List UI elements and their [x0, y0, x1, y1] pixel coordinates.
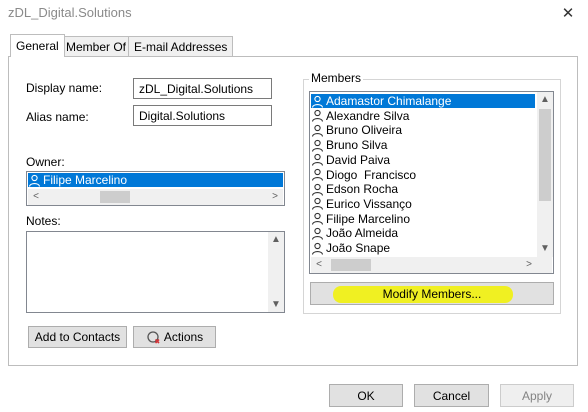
- title-bar: zDL_Digital.Solutions ✕: [0, 0, 588, 28]
- member-name: João Snape: [326, 241, 391, 255]
- apply-label: Apply: [521, 388, 553, 403]
- person-icon: [311, 227, 324, 240]
- actions-icon: [146, 330, 162, 344]
- member-item[interactable]: João Snape: [311, 241, 533, 255]
- scroll-up-icon[interactable]: ▲: [537, 92, 553, 107]
- member-name: Adamastor Chimalange: [326, 94, 452, 108]
- cancel-button[interactable]: Cancel: [414, 384, 489, 407]
- member-item[interactable]: David Paiva: [311, 153, 533, 167]
- display-name-label: Display name:: [26, 81, 103, 95]
- close-icon: ✕: [561, 5, 575, 22]
- person-icon: [311, 183, 324, 196]
- scroll-down-icon[interactable]: ▼: [537, 241, 553, 256]
- member-item[interactable]: Alexandre Silva: [311, 109, 533, 123]
- owner-label: Owner:: [26, 155, 65, 169]
- members-list[interactable]: Adamastor Chimalange Alexandre Silva Bruno…: [309, 91, 554, 274]
- members-label: Members: [309, 71, 364, 85]
- actions-button[interactable]: Actions: [133, 326, 216, 348]
- owner-name: Filipe Marcelino: [43, 173, 128, 187]
- member-name: João Almeida: [326, 226, 399, 241]
- member-item[interactable]: Edson Rocha: [311, 182, 533, 196]
- members-vscroll-thumb[interactable]: [539, 109, 551, 201]
- owner-hscroll-thumb[interactable]: [100, 191, 130, 203]
- modify-members-button[interactable]: Modify Members...: [310, 282, 554, 305]
- display-name-value: zDL_Digital.Solutions: [139, 81, 254, 96]
- scroll-up-icon[interactable]: ▲: [268, 232, 284, 247]
- member-name: Bruno Silva: [326, 138, 388, 153]
- member-name: Filipe Marcelino: [326, 211, 411, 226]
- member-item[interactable]: Adamastor Chimalange: [311, 94, 535, 108]
- member-item[interactable]: Diogo Francisco: [311, 168, 533, 182]
- member-item[interactable]: João Almeida: [311, 226, 533, 240]
- ok-label: OK: [357, 388, 375, 403]
- notes-label: Notes:: [26, 214, 61, 228]
- member-name: Eurico Vissanço: [326, 196, 412, 211]
- members-hscrollbar[interactable]: < >: [311, 257, 552, 273]
- member-name: David Paiva: [326, 152, 391, 167]
- ok-button[interactable]: OK: [329, 384, 403, 407]
- alias-name-label: Alias name:: [26, 110, 89, 124]
- display-name-field[interactable]: zDL_Digital.Solutions: [133, 78, 272, 99]
- tab-email-addresses[interactable]: E-mail Addresses: [128, 36, 234, 56]
- scroll-right-icon[interactable]: >: [267, 189, 283, 204]
- apply-button[interactable]: Apply: [500, 384, 574, 407]
- actions-label: Actions: [163, 330, 204, 344]
- person-icon: [311, 153, 324, 166]
- member-item[interactable]: Eurico Vissanço: [311, 197, 533, 211]
- person-icon: [311, 168, 324, 181]
- add-to-contacts-label: Add to Contacts: [34, 330, 121, 344]
- tab-member-of[interactable]: Member Of: [60, 36, 133, 56]
- alias-name-value: Digital.Solutions: [139, 108, 226, 123]
- member-name: Alexandre Silva: [326, 108, 410, 123]
- person-icon: [311, 95, 324, 108]
- notes-textarea[interactable]: ▲ ▼: [26, 231, 285, 313]
- person-icon: [311, 124, 324, 137]
- person-icon: [311, 197, 324, 211]
- add-to-contacts-button[interactable]: Add to Contacts: [28, 326, 127, 348]
- member-item[interactable]: Bruno Silva: [311, 138, 533, 152]
- member-name: Bruno Oliveira: [326, 123, 403, 138]
- scroll-left-icon[interactable]: <: [28, 189, 44, 204]
- member-item[interactable]: Bruno Oliveira: [311, 123, 533, 137]
- tab-general[interactable]: General: [10, 34, 65, 57]
- owner-item[interactable]: Filipe Marcelino: [28, 173, 283, 187]
- modify-members-label: Modify Members...: [382, 286, 482, 301]
- window-title: zDL_Digital.Solutions: [8, 5, 132, 20]
- close-button[interactable]: ✕: [553, 2, 583, 24]
- notes-vscrollbar[interactable]: ▲ ▼: [268, 232, 284, 312]
- person-icon: [311, 139, 324, 152]
- scroll-right-icon[interactable]: >: [521, 257, 537, 272]
- person-icon: [311, 109, 324, 122]
- cancel-label: Cancel: [432, 388, 471, 403]
- owner-list[interactable]: Filipe Marcelino < >: [26, 171, 285, 206]
- members-hscroll-thumb[interactable]: [331, 259, 371, 271]
- person-icon: [311, 242, 324, 255]
- members-vscrollbar[interactable]: ▲ ▼: [537, 92, 553, 257]
- member-name: Diogo Francisco: [326, 167, 417, 182]
- tab-general-label: General: [16, 39, 59, 53]
- person-icon: [311, 212, 324, 225]
- person-icon: [28, 174, 41, 187]
- alias-name-field[interactable]: Digital.Solutions: [133, 105, 272, 126]
- owner-hscrollbar[interactable]: < >: [28, 189, 283, 205]
- tab-email-addresses-label: E-mail Addresses: [134, 39, 228, 54]
- scroll-down-icon[interactable]: ▼: [268, 297, 284, 312]
- member-item[interactable]: Filipe Marcelino: [311, 212, 533, 226]
- scroll-left-icon[interactable]: <: [311, 257, 327, 272]
- member-name: Edson Rocha: [326, 182, 399, 197]
- tab-member-of-label: Member Of: [66, 39, 127, 54]
